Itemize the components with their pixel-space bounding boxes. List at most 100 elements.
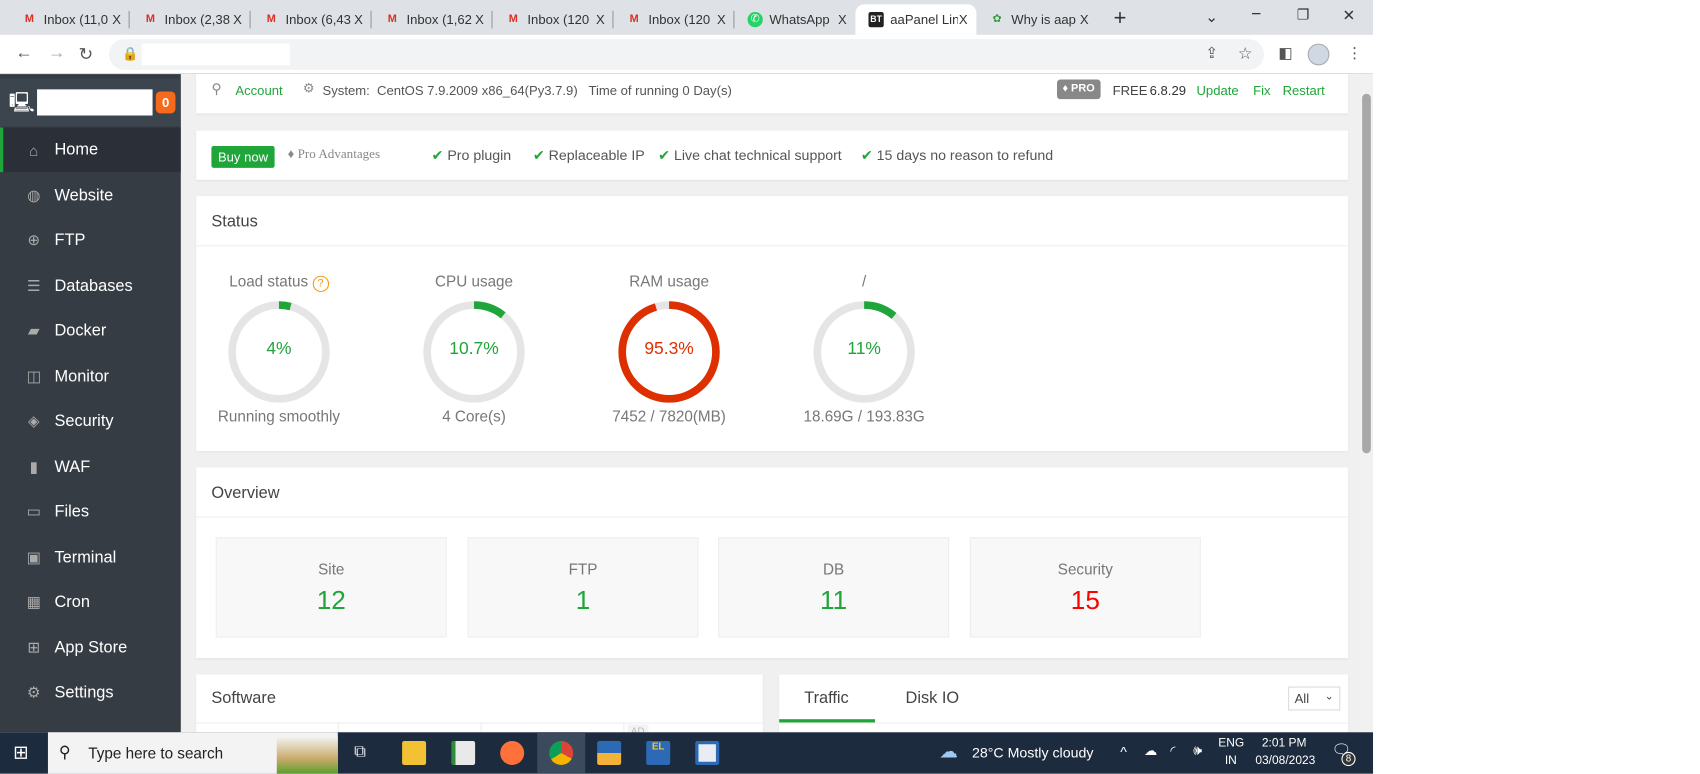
app-icon[interactable] [597,740,622,765]
tab-close-icon[interactable]: X [233,12,242,27]
back-icon[interactable]: ← [15,44,32,64]
tab-close-icon[interactable]: X [838,12,847,27]
reload-icon[interactable]: ↻ [78,44,93,66]
website-icon: ◍ [27,185,41,204]
traffic-select[interactable]: All ⌄ [1288,686,1341,711]
pro-feature-label: 15 days no reason to refund [876,147,1054,164]
sidebar-item-files[interactable]: ▭ Files [0,489,181,534]
show-hidden-icons[interactable]: ^ [1120,743,1127,759]
overview-count[interactable]: 12 [217,586,446,617]
windows-start-icon[interactable]: ⊞ [13,742,29,764]
buy-now-button[interactable]: Buy now [211,146,275,168]
sidebar-item-website[interactable]: ◍ Website [0,173,181,218]
sidebar-item-app-store[interactable]: ⊞ App Store [0,625,181,670]
gauge-subtitle: 18.69G / 193.83G [803,407,925,425]
restore-button[interactable]: ❐ [1297,7,1310,24]
volume-icon[interactable]: 🕪 [1193,742,1202,759]
edition: FREE [1112,82,1148,99]
bookmark-star-icon[interactable]: ☆ [1238,44,1253,64]
pro-badge[interactable]: ♦ PRO [1057,79,1101,100]
chrome-taskbar-button[interactable] [537,732,586,774]
sidebar-item-cron[interactable]: ▦ Cron [0,580,181,625]
tab-search-button[interactable]: ⌄ [1205,8,1218,27]
overview-count[interactable]: 11 [719,586,948,617]
scrollbar[interactable] [1359,74,1374,733]
profile-avatar[interactable] [1307,43,1330,66]
onedrive-icon[interactable]: ☁ [1144,743,1157,758]
tab-traffic[interactable]: Traffic [804,689,849,708]
gauge-value: 4% [266,339,292,359]
minimize-button[interactable]: − [1251,5,1261,25]
forward-icon[interactable]: → [48,44,65,64]
notepad-app-icon[interactable] [451,740,476,765]
notification-badge[interactable]: 0 [155,91,176,114]
pro-advantages-link[interactable]: ♦ Pro Advantages [288,146,380,162]
tab-disk-io[interactable]: Disk IO [906,689,960,708]
sidebar-item-ftp[interactable]: ⊕ FTP [0,218,181,263]
overview-site[interactable]: Site 12 [215,537,447,638]
scrollbar-thumb[interactable] [1362,93,1371,454]
browser-tab[interactable]: ✆ WhatsApp X [734,4,855,35]
overview-count[interactable]: 15 [971,586,1200,617]
sidebar-item-security[interactable]: ◈ Security [0,399,181,444]
clock-time[interactable]: 2:01 PM [1262,737,1307,750]
status-gauge[interactable]: Load status ? 4% Running smoothly [203,268,356,431]
browser-tab[interactable]: M Inbox (1,62 X [372,4,493,35]
tab-close-icon[interactable]: X [1080,12,1089,27]
window-close-button[interactable]: ✕ [1343,7,1356,26]
sidebar-item-databases[interactable]: ☰ Databases [0,263,181,308]
side-panel-icon[interactable]: ◧ [1278,44,1292,63]
restart-link[interactable]: Restart [1283,83,1325,98]
sidebar-item-terminal[interactable]: ▣ Terminal [0,534,181,579]
window-app-icon[interactable] [695,740,720,765]
el-app-icon[interactable]: EL [646,740,671,765]
tab-close-icon[interactable]: X [959,12,968,27]
firefox-icon[interactable] [500,740,525,765]
address-bar[interactable]: 🔒 [108,39,1265,70]
browser-tab[interactable]: M Inbox (120 X [493,4,614,35]
taskbar: ⊞ ⚲ Type here to search ⧉ EL ☁ 28°C Most… [0,732,1374,774]
region-code[interactable]: IN [1225,754,1237,767]
overview-db[interactable]: DB 11 [718,537,950,638]
menu-icon[interactable]: ⋮ [1347,44,1362,63]
sidebar-item-monitor[interactable]: ◫ Monitor [0,354,181,399]
browser-tab[interactable]: ✿ Why is aap X [976,4,1097,35]
account-link[interactable]: Account [235,83,282,98]
browser-tab[interactable]: M Inbox (120 X [614,4,735,35]
overview-count[interactable]: 1 [469,586,698,617]
new-tab-button[interactable]: + [1114,7,1127,32]
overview-security[interactable]: Security 15 [969,537,1201,638]
sidebar-item-settings[interactable]: ⚙ Settings [0,670,181,715]
fix-link[interactable]: Fix [1253,83,1270,98]
wifi-icon[interactable]: ◜ [1170,743,1175,758]
browser-tab[interactable]: M Inbox (11,0 X [9,4,130,35]
tab-close-icon[interactable]: X [717,12,726,27]
tab-close-icon[interactable]: X [354,12,363,27]
sidebar-item-waf[interactable]: ▮ WAF [0,444,181,489]
update-link[interactable]: Update [1196,83,1238,98]
browser-tab[interactable]: M Inbox (2,38 X [130,4,251,35]
status-gauge[interactable]: CPU usage 10.7% 4 Core(s) [398,268,551,431]
weather-text[interactable]: 28°C Mostly cloudy [972,744,1093,760]
file-explorer-icon[interactable] [402,740,427,765]
overview-ftp[interactable]: FTP 1 [467,537,699,638]
tab-close-icon[interactable]: X [596,12,605,27]
status-gauge[interactable]: / 11% 18.69G / 193.83G [788,268,941,431]
sidebar-item-home[interactable]: ⌂ Home [0,127,181,173]
browser-tab[interactable]: BT aaPanel Lin X [855,4,977,35]
version: 6.8.29 [1149,82,1187,99]
browser-tab[interactable]: M Inbox (6,43 X [251,4,372,35]
share-icon[interactable]: ⇪ [1205,44,1218,63]
tab-close-icon[interactable]: X [112,12,121,27]
clock-date[interactable]: 03/08/2023 [1255,754,1315,767]
task-view-icon[interactable]: ⧉ [354,742,366,761]
taskbar-search[interactable]: ⚲ Type here to search [47,732,338,774]
weather-icon: ☁ [939,740,958,762]
help-icon[interactable]: ? [312,275,329,293]
docker-icon: ▰ [27,321,40,339]
tab-title: Inbox (6,43 [285,11,351,28]
sidebar-item-docker[interactable]: ▰ Docker [0,308,181,353]
status-gauge[interactable]: RAM usage 95.3% 7452 / 7820(MB) [593,268,746,431]
tab-close-icon[interactable]: X [475,12,484,27]
language-code[interactable]: ENG [1218,737,1244,750]
